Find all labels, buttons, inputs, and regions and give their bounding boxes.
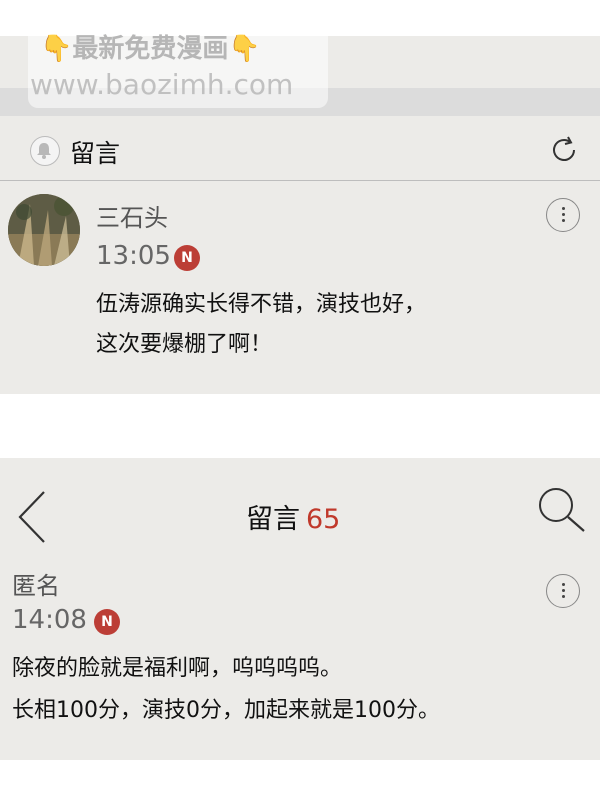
dot-icon [562, 207, 565, 210]
comments-title: 留言 65 [246, 497, 340, 536]
comment-time: 14:08 [12, 605, 87, 635]
comment-count: 65 [306, 504, 341, 535]
dot-icon [562, 589, 565, 592]
dot-icon [562, 595, 565, 598]
back-arrow-icon[interactable] [14, 490, 50, 544]
more-options-button[interactable] [546, 198, 580, 232]
dot-icon [562, 219, 565, 222]
new-badge: N [94, 609, 120, 635]
avatar[interactable] [8, 194, 80, 266]
hand-pointing-icon: 👇 [40, 34, 73, 64]
comment-text-line: 除夜的脸就是福利啊，呜呜呜呜。 [12, 656, 343, 681]
comment-username[interactable]: 三石头 [96, 198, 168, 233]
page-title: 留言 [70, 139, 121, 168]
dot-icon [562, 213, 565, 216]
comment-time: 13:05 [96, 241, 171, 271]
comments-title-label: 留言 [246, 504, 300, 535]
watermark-line1: 👇最新免费漫画👇 [40, 34, 261, 64]
comment-username[interactable]: 匿名 [12, 566, 60, 601]
new-badge: N [174, 245, 200, 271]
refresh-icon[interactable] [548, 134, 580, 166]
search-icon[interactable] [536, 486, 588, 534]
comment-text-line: 长相100分，演技0分，加起来就是100分。 [12, 698, 440, 723]
comment-text-line: 这次要爆棚了啊！ [96, 332, 273, 357]
bell-icon[interactable] [30, 136, 60, 166]
hand-pointing-icon: 👇 [228, 34, 261, 64]
header-separator [0, 180, 600, 181]
comment-text-line: 伍涛源确实长得不错，演技也好， [96, 292, 427, 317]
dot-icon [562, 583, 565, 586]
watermark-line2: www.baozimh.com [30, 68, 294, 101]
more-options-button[interactable] [546, 574, 580, 608]
